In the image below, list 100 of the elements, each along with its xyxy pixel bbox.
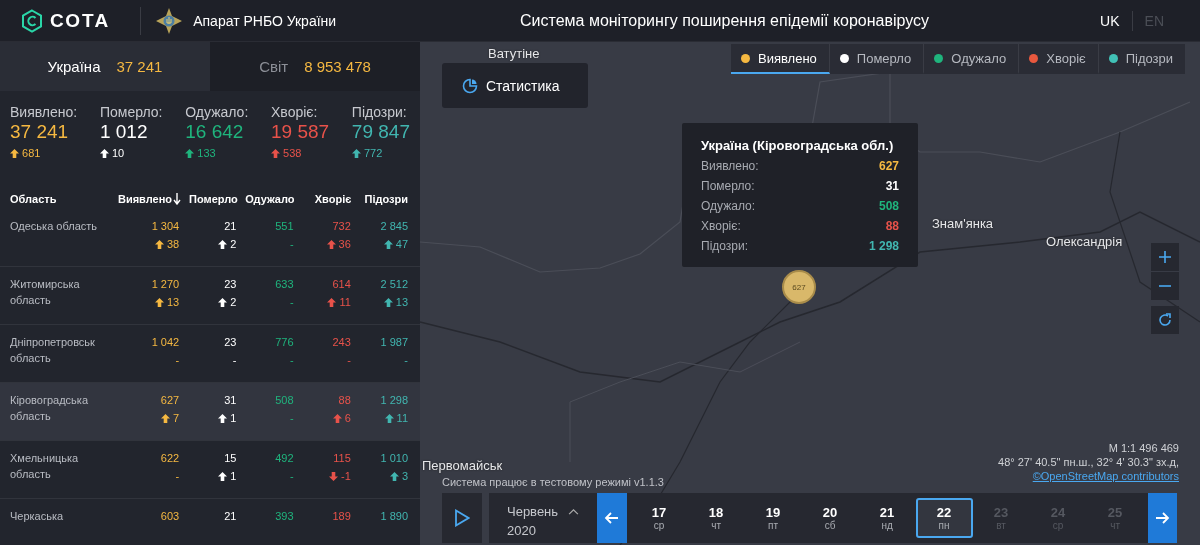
zoom-in-button[interactable] [1151, 243, 1179, 271]
cell-delta: 6 [332, 411, 351, 425]
place-label: Знам'янка [932, 216, 994, 231]
scope-label: Світ [259, 58, 289, 75]
page-title: Система моніторингу поширення епідемії коронавірусу [519, 11, 931, 30]
attribution-link[interactable]: ©OpenStreetMap contributors [1032, 470, 1179, 482]
tooltip-value: 508 [878, 199, 899, 213]
cell-delta: - [175, 353, 180, 367]
column-header[interactable]: Область [10, 193, 118, 205]
table-cell-text: 627 [160, 393, 180, 408]
stat-delta: 681 [10, 147, 78, 159]
cell-delta: 11 [327, 295, 351, 309]
play-icon [454, 509, 470, 527]
column-header[interactable]: Померло [181, 193, 238, 205]
tooltip-label: Підозри: [701, 239, 749, 253]
day-button[interactable]: 20 сб [801, 498, 859, 538]
layer-tab[interactable]: Хворіє [1019, 44, 1099, 74]
cell-delta: 1 [218, 469, 237, 483]
cell-delta: 13 [154, 295, 180, 309]
table-row[interactable]: Житомирська область 1 270 13 23 2 633 - 614 11 2 512 13 [0, 267, 420, 325]
tooltip-label: Померло: [701, 179, 755, 193]
day-button[interactable]: 22 пн [915, 498, 973, 538]
up-arrow-icon [271, 149, 280, 158]
reset-button[interactable] [1151, 306, 1179, 334]
table-cell-text: 1 270 [151, 277, 180, 292]
stat-value: 79 847 [351, 121, 410, 143]
table-cell-text: 189 [332, 509, 351, 524]
table-cell-text: 23 [224, 335, 237, 350]
cell-delta: 1 [218, 411, 237, 425]
stat-delta: 10 [99, 147, 163, 159]
cell-delta: 36 [326, 237, 351, 251]
column-header[interactable]: Підозри [351, 193, 408, 205]
layer-tab[interactable]: Померло [829, 44, 925, 74]
day-button[interactable]: 19 пт [744, 498, 802, 538]
cell-delta: 11 [384, 411, 408, 425]
zoom-out-button[interactable] [1151, 272, 1179, 300]
table-cell-text: 2 512 [380, 277, 408, 292]
scope-tab[interactable]: Світ 8 953 478 [210, 42, 420, 91]
layer-tab[interactable]: Одужало [924, 44, 1020, 74]
right-arrow-icon [1154, 510, 1171, 526]
table-cell: 21 [224, 219, 237, 234]
cell-delta: - [289, 353, 294, 367]
statistics-button[interactable]: Статистика [442, 63, 588, 108]
cell-delta: 47 [383, 237, 408, 251]
tooltip-value: 1 298 [868, 239, 899, 253]
next-button[interactable] [1147, 493, 1177, 543]
table-cell-text: 492 [275, 451, 294, 466]
table-row[interactable]: Хмельницька область 622 - 15 1 492 - 115 -1 1 010 3 [0, 441, 420, 499]
day-button[interactable]: 21 нд [858, 498, 916, 538]
map-coordinates: 48° 27' 40.5" пн.ш., 32° 4' 30.3" зх.д, [998, 456, 1179, 468]
layer-tab[interactable]: Підозри [1098, 44, 1186, 74]
column-header[interactable]: Хворіє [294, 193, 352, 205]
day-button[interactable]: 18 чт [687, 498, 745, 538]
map-marker[interactable]: 627 [782, 270, 816, 304]
table-row[interactable]: Кіровоградська область 627 7 31 1 508 - 88 6 1 298 11 [0, 383, 420, 441]
up-arrow-icon [99, 149, 109, 158]
stat-delta: 772 [351, 147, 410, 159]
month-selector[interactable]: Червень 2020 [489, 493, 598, 543]
table-cell-text: 21 [224, 509, 237, 524]
table-cell-text: 243 [332, 335, 351, 350]
stat-delta: 133 [185, 147, 249, 159]
cell-delta: 13 [383, 295, 408, 309]
previous-button[interactable] [597, 493, 627, 543]
up-arrow-icon [185, 149, 195, 158]
stat-value: 19 587 [271, 121, 330, 143]
stat-label: Померло: [99, 104, 163, 120]
table-row[interactable]: Одеська область 1 304 38 21 2 551 - 732 36 2 845 47 [0, 219, 420, 267]
tooltip-label: Хворіє: [701, 219, 741, 233]
table-cell-text: 393 [275, 509, 294, 524]
day-button[interactable]: 17 ср [630, 498, 688, 538]
column-header[interactable]: Одужало [237, 193, 295, 205]
table-cell-text: 633 [275, 277, 294, 292]
language-link[interactable]: UK [1088, 12, 1132, 29]
cell-delta: - [347, 353, 351, 367]
stat-value: 16 642 [185, 121, 245, 143]
cell-delta: 2 [218, 295, 237, 309]
layer-tab[interactable]: Виявлено [731, 44, 830, 74]
cell-delta: 38 [154, 237, 180, 251]
tooltip-label: Одужало: [701, 199, 756, 213]
left-arrow-icon [603, 510, 620, 526]
table-cell-text: 776 [275, 335, 294, 350]
caret-icon [568, 508, 580, 515]
table-cell-text: 23 [224, 277, 237, 292]
table-cell-text: 31 [224, 393, 237, 408]
logo-text: СОТА [50, 9, 111, 32]
cell-delta: 7 [161, 411, 180, 425]
organization-name: Апарат РНБО України [193, 12, 337, 29]
column-header[interactable]: Виявлено [118, 193, 182, 205]
cell-delta: -1 [328, 469, 351, 483]
table-cell-text: 508 [275, 393, 294, 408]
table-cell-text: 622 [160, 451, 180, 466]
scope-value: 8 953 478 [304, 58, 371, 75]
tooltip-value: 88 [885, 219, 899, 233]
tooltip-value: 627 [878, 159, 899, 173]
place-label: Первомайськ [422, 458, 503, 473]
region-name: Житомирська область [10, 277, 81, 308]
scope-tab[interactable]: Україна 37 241 [0, 42, 210, 91]
up-arrow-icon [351, 149, 361, 158]
table-cell-text: 614 [332, 277, 351, 292]
play-button[interactable] [442, 493, 482, 543]
